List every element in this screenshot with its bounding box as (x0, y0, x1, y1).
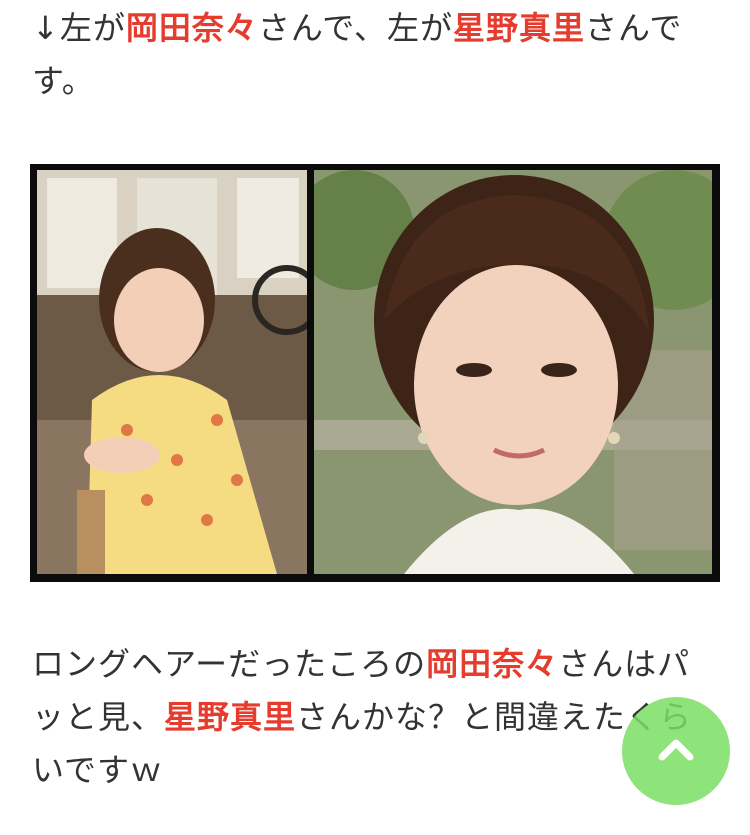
body-paragraph: ロングヘアーだったころの岡田奈々さんはパッと見、星野真里さんかな？と間違えたくら… (32, 638, 722, 797)
photo-left-okada (37, 170, 307, 574)
body-text-1: ロングヘアーだったころの (32, 645, 427, 683)
highlight-name-okada: 岡田奈々 (125, 9, 258, 47)
comparison-photo (30, 164, 720, 582)
chevron-up-icon (658, 739, 694, 761)
highlight-name-hoshino: 星野真里 (164, 698, 297, 736)
intro-text-1: 左が (59, 9, 126, 47)
highlight-name-okada: 岡田奈々 (426, 645, 559, 683)
scroll-to-top-button[interactable] (622, 697, 730, 805)
photo-left-image (37, 170, 307, 574)
photo-right-hoshino (314, 170, 712, 574)
highlight-name-hoshino: 星野真里 (452, 9, 585, 47)
down-arrow-glyph: ↓ (32, 9, 60, 47)
photo-right-image (314, 170, 712, 574)
intro-text-2: さんで、左が (257, 9, 453, 47)
intro-paragraph: ↓左が岡田奈々さんで、左が星野真里さんです。 (32, 2, 722, 108)
